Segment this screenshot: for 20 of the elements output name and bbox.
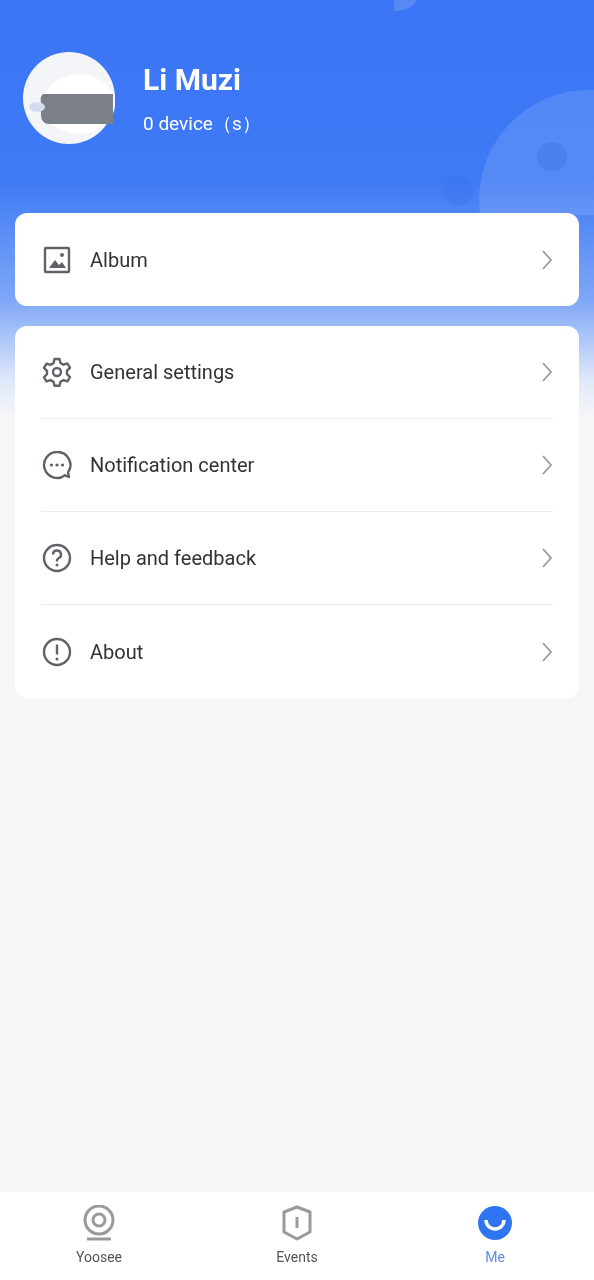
chevron-right-icon: [541, 454, 553, 476]
user-name: Li Muzi: [143, 62, 242, 98]
camera-icon: [82, 1205, 116, 1241]
menu-item[interactable]: General settings: [41, 326, 553, 419]
menu-item[interactable]: About: [41, 605, 553, 698]
smile-icon: [477, 1205, 513, 1241]
menu-item[interactable]: Help and feedback: [41, 512, 553, 605]
menu-item[interactable]: Notification center: [41, 419, 553, 512]
tab[interactable]: Events: [198, 1192, 396, 1280]
chat-icon: [41, 449, 73, 481]
settings-icon: [41, 356, 73, 388]
chevron-right-icon: [541, 640, 553, 663]
shield-icon: [281, 1205, 313, 1241]
chevron-right-icon: [541, 361, 553, 383]
help-icon: [41, 542, 73, 574]
chevron-right-icon: [541, 248, 553, 271]
chevron-right-icon: [541, 547, 553, 569]
tab[interactable]: Yoosee: [0, 1192, 198, 1280]
device-count: 0 device（s）: [143, 112, 261, 136]
info-icon: [41, 635, 73, 668]
